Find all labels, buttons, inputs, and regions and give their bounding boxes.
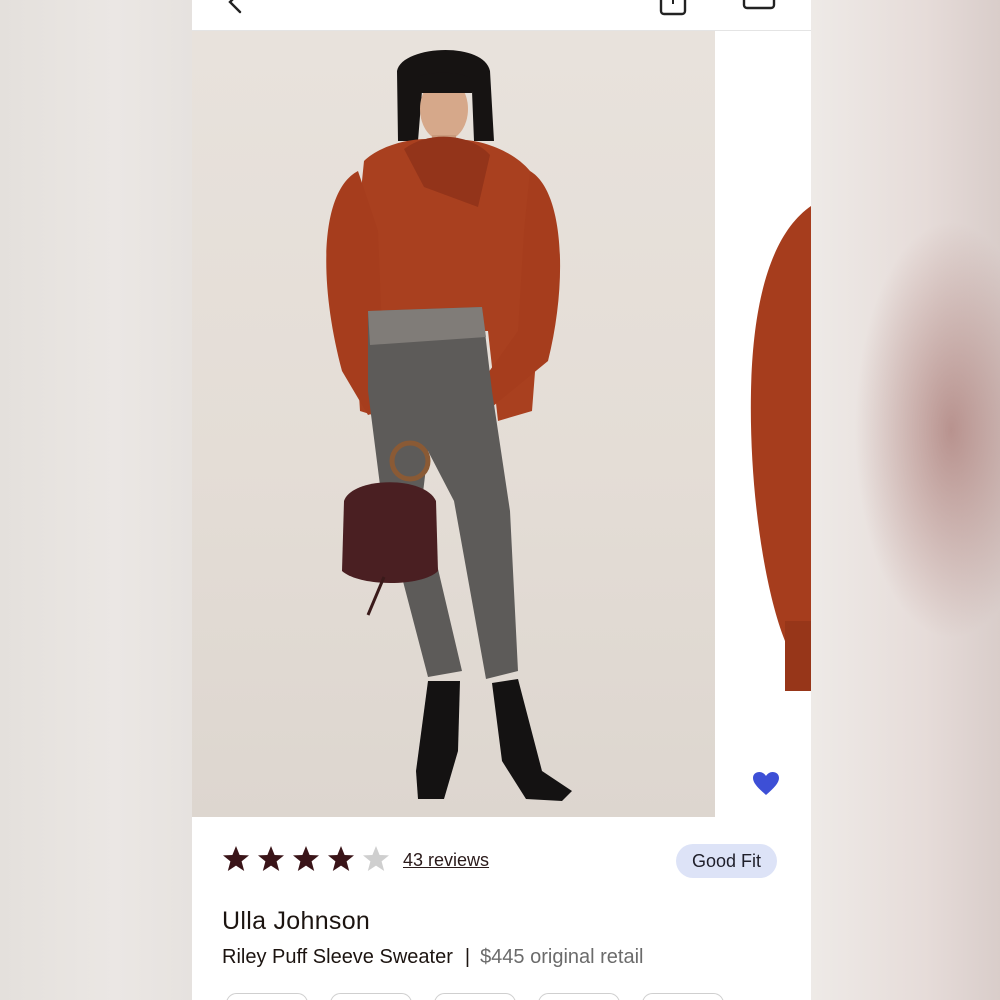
product-info-panel: 43 reviews Good Fit Ulla Johnson Riley P…	[192, 817, 811, 1000]
brand-name: Ulla Johnson	[222, 907, 371, 935]
product-photo-model	[192, 31, 715, 817]
chevron-left-icon[interactable]	[222, 0, 248, 14]
heart-icon[interactable]	[752, 771, 780, 797]
product-photo-next	[715, 31, 811, 817]
star-rating	[222, 845, 390, 875]
size-option[interactable]	[642, 993, 724, 1000]
star-filled-icon	[223, 846, 249, 871]
star-filled-icon	[293, 846, 319, 871]
size-option-row	[222, 993, 811, 1000]
blurred-background-left	[0, 0, 192, 1000]
fit-badge: Good Fit	[676, 844, 778, 878]
reviews-link[interactable]: 43 reviews	[403, 850, 489, 871]
product-image-carousel[interactable]	[192, 31, 811, 817]
sweater-sleeve-illustration	[750, 206, 811, 691]
size-option[interactable]	[330, 993, 412, 1000]
size-option[interactable]	[226, 993, 308, 1000]
model-illustration	[326, 49, 572, 801]
star-filled-icon	[328, 846, 354, 871]
original-retail-price: $445 original retail	[480, 946, 644, 968]
top-nav-bar	[192, 0, 811, 31]
star-filled-icon	[258, 846, 284, 871]
product-title-line: Riley Puff Sleeve Sweater | $445 original …	[222, 946, 644, 969]
star-empty-icon	[363, 846, 389, 871]
menu-icon[interactable]	[742, 0, 776, 12]
app-screen: 43 reviews Good Fit Ulla Johnson Riley P…	[192, 0, 811, 1000]
shopping-bag-icon[interactable]	[658, 0, 688, 16]
size-option[interactable]	[434, 993, 516, 1000]
size-option[interactable]	[538, 993, 620, 1000]
blurred-background-right	[811, 0, 1000, 1000]
product-name: Riley Puff Sleeve Sweater	[222, 946, 453, 968]
price-separator: |	[464, 946, 471, 968]
